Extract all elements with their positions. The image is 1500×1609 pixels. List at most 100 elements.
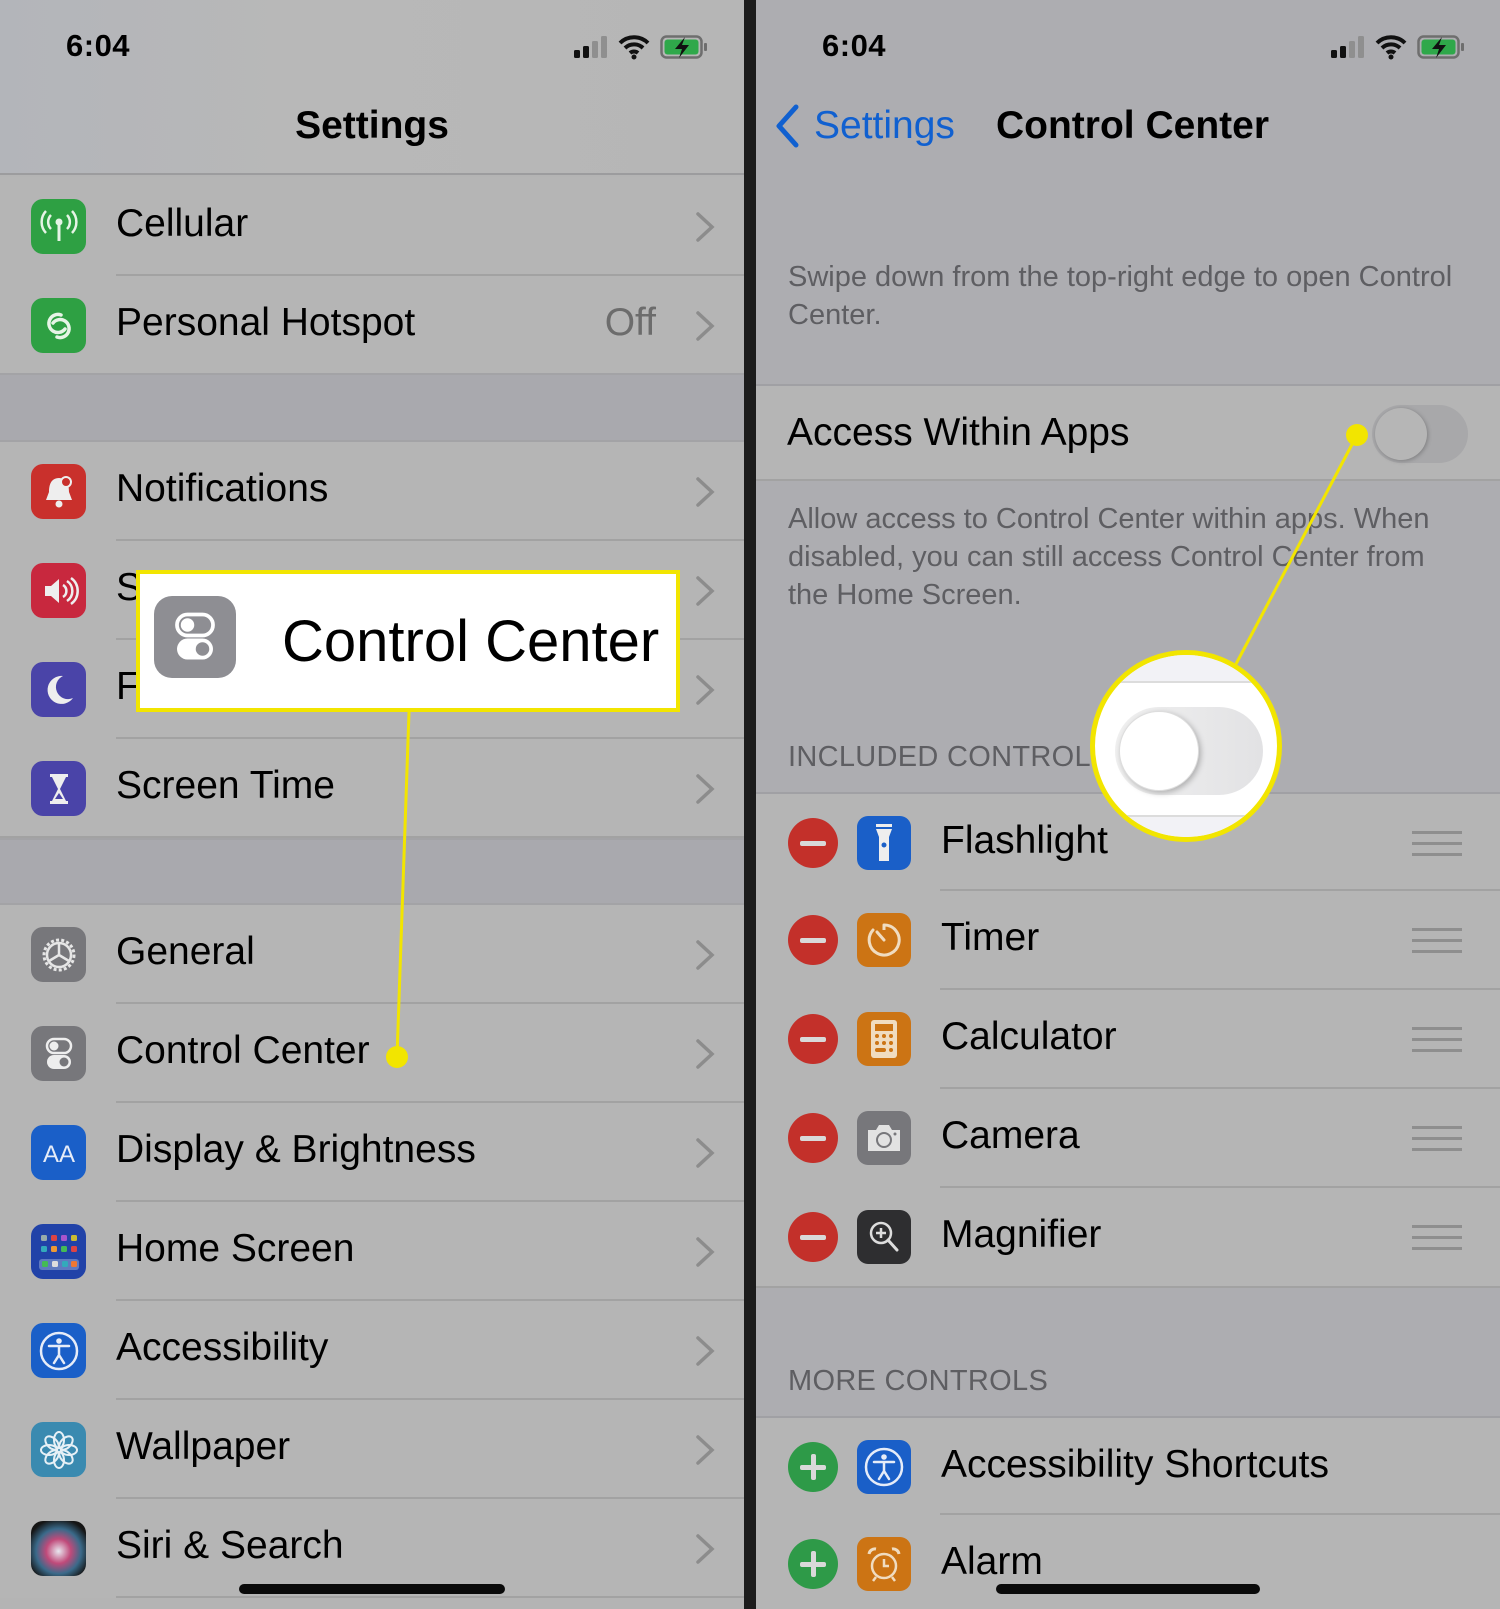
- access-within-apps-toggle[interactable]: [1372, 405, 1468, 463]
- status-time: 6:04: [822, 28, 887, 63]
- settings-row-personal-hotspot[interactable]: Personal Hotspot Off: [0, 276, 744, 375]
- reorder-handle[interactable]: [1412, 928, 1462, 954]
- toggle-magnifier-callout: [1090, 650, 1282, 842]
- minus-icon: [800, 1036, 826, 1042]
- row-divider: [116, 1596, 744, 1598]
- settings-row-screen-time[interactable]: Screen Time: [0, 739, 744, 838]
- remove-button[interactable]: [788, 818, 838, 868]
- row-label: Access Within Apps: [787, 411, 1130, 454]
- callout-label: Control Center: [282, 609, 660, 674]
- minus-icon: [800, 1135, 826, 1141]
- navigation-bar: 6:04 Settings: [0, 0, 744, 175]
- remove-button[interactable]: [788, 1014, 838, 1064]
- remove-button[interactable]: [788, 1113, 838, 1163]
- control-label: Flashlight: [941, 819, 1108, 862]
- app-grid-icon: [31, 1224, 86, 1279]
- chevron-right-icon: [696, 1534, 715, 1564]
- settings-row-cellular[interactable]: Cellular: [0, 177, 744, 276]
- timer-icon: [857, 913, 911, 967]
- chevron-right-icon: [696, 675, 715, 705]
- back-button[interactable]: Settings: [774, 104, 955, 148]
- reorder-handle[interactable]: [1412, 831, 1462, 857]
- plus-icon-vertical: [810, 1454, 816, 1480]
- minus-icon: [800, 937, 826, 943]
- page-title: Control Center: [996, 104, 1269, 147]
- chevron-right-icon: [696, 1336, 715, 1366]
- access-within-apps-row: Access Within Apps: [756, 384, 1500, 481]
- home-indicator: [996, 1584, 1260, 1594]
- row-value: Off: [604, 301, 656, 344]
- remove-button[interactable]: [788, 1212, 838, 1262]
- toggles-icon: [154, 596, 236, 678]
- settings-group-general: General Control Center AA Display & Brig…: [0, 905, 744, 1598]
- section-spacer: [0, 373, 744, 442]
- remove-button[interactable]: [788, 915, 838, 965]
- row-label: Screen Time: [116, 764, 335, 807]
- moon-icon: [31, 662, 86, 717]
- chevron-right-icon: [696, 940, 715, 970]
- magnifier-icon: [857, 1210, 911, 1264]
- battery-charging-icon: [660, 35, 707, 59]
- control-row-alarm: Alarm: [756, 1515, 1500, 1609]
- back-label: Settings: [814, 104, 955, 147]
- zoom-divider: [1095, 681, 1277, 683]
- settings-row-display-brightness[interactable]: AA Display & Brightness: [0, 1103, 744, 1202]
- settings-row-home-screen[interactable]: Home Screen: [0, 1202, 744, 1301]
- settings-row-notifications[interactable]: Notifications: [0, 442, 744, 541]
- reorder-handle[interactable]: [1412, 1126, 1462, 1152]
- cellular-antenna-icon: [31, 199, 86, 254]
- row-label: Accessibility: [116, 1326, 329, 1369]
- chevron-right-icon: [696, 311, 715, 341]
- row-label: Siri & Search: [116, 1524, 344, 1567]
- settings-row-control-center[interactable]: Control Center: [0, 1004, 744, 1103]
- settings-row-general[interactable]: General: [0, 905, 744, 1004]
- control-label: Calculator: [941, 1015, 1117, 1058]
- control-row-camera: Camera: [756, 1089, 1500, 1188]
- chevron-right-icon: [696, 1435, 715, 1465]
- siri-icon: [31, 1521, 86, 1576]
- toggles-icon: [31, 1026, 86, 1081]
- zoom-band-bottom: [1095, 815, 1277, 837]
- more-controls-header: MORE CONTROLS: [788, 1365, 1049, 1397]
- control-label: Timer: [941, 916, 1040, 959]
- reorder-handle[interactable]: [1412, 1225, 1462, 1251]
- control-label: Camera: [941, 1114, 1080, 1157]
- home-indicator: [239, 1584, 505, 1594]
- control-label: Accessibility Shortcuts: [941, 1443, 1329, 1486]
- control-row-timer: Timer: [756, 891, 1500, 990]
- hourglass-icon: [31, 761, 86, 816]
- calculator-icon: [857, 1012, 911, 1066]
- settings-group-connectivity: Cellular Personal Hotspot Off: [0, 177, 744, 375]
- row-label: Personal Hotspot: [116, 301, 416, 344]
- minus-icon: [800, 1234, 826, 1240]
- chevron-right-icon: [696, 774, 715, 804]
- status-icons: [1331, 32, 1465, 62]
- control-label: Alarm: [941, 1540, 1043, 1583]
- chevron-left-icon: [776, 104, 799, 148]
- settings-screen: 6:04 Settings Cellular Personal Hotspot …: [0, 0, 744, 1609]
- minus-icon: [800, 840, 826, 846]
- row-label: Wallpaper: [116, 1425, 291, 1468]
- settings-row-accessibility[interactable]: Accessibility: [0, 1301, 744, 1400]
- row-label: Control Center: [116, 1029, 370, 1072]
- panel-divider: [744, 0, 756, 1609]
- chevron-right-icon: [696, 477, 715, 507]
- callout-control-center: Control Center: [136, 570, 680, 712]
- add-button[interactable]: [788, 1539, 838, 1589]
- row-label: Home Screen: [116, 1227, 355, 1270]
- chevron-right-icon: [696, 1138, 715, 1168]
- status-time: 6:04: [66, 28, 131, 63]
- row-label: Notifications: [116, 467, 329, 510]
- control-row-calculator: Calculator: [756, 990, 1500, 1089]
- accessibility-icon: [857, 1440, 911, 1494]
- svg-text:AA: AA: [42, 1141, 74, 1168]
- speaker-icon: [31, 563, 86, 618]
- settings-row-wallpaper[interactable]: Wallpaper: [0, 1400, 744, 1499]
- access-description: Allow access to Control Center within ap…: [788, 503, 1430, 611]
- wifi-icon: [618, 35, 650, 60]
- zoom-band-top: [1095, 655, 1277, 681]
- reorder-handle[interactable]: [1412, 1027, 1462, 1053]
- add-button[interactable]: [788, 1442, 838, 1492]
- bell-icon: [31, 464, 86, 519]
- alarm-clock-icon: [857, 1537, 911, 1591]
